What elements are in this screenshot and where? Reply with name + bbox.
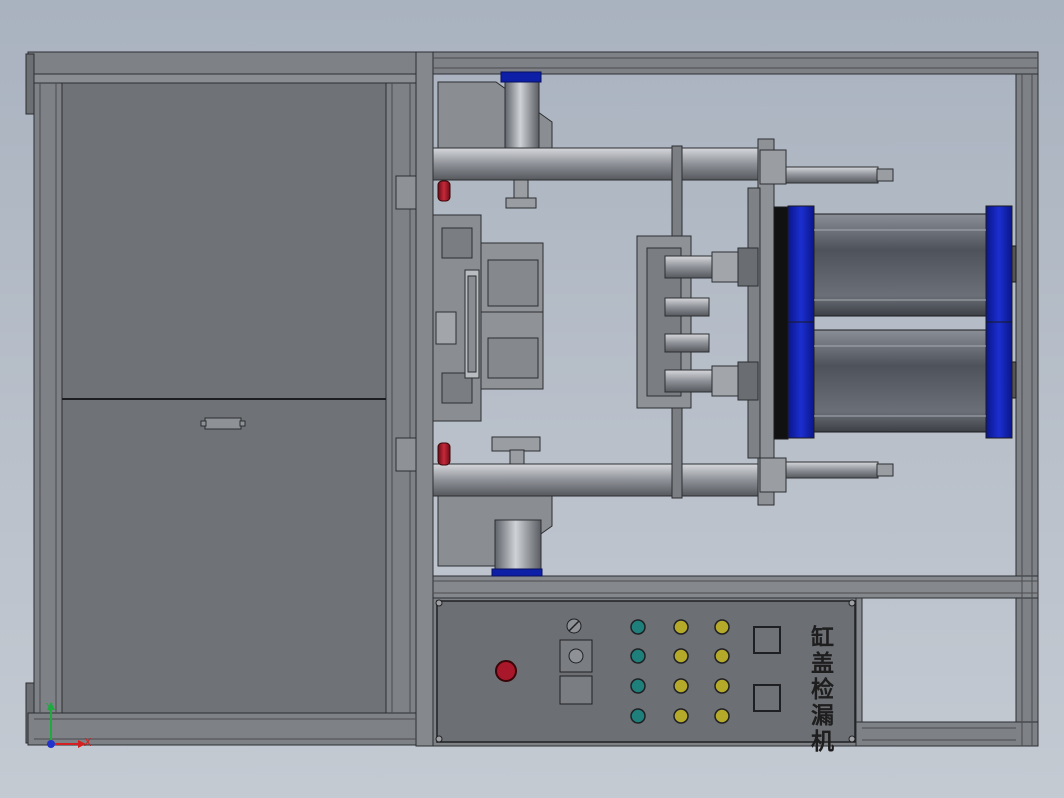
indicator-lamp-yellow-1	[673, 648, 689, 664]
indicator-lamp-yellow-2	[714, 708, 730, 724]
indicator-lamp-teal	[630, 619, 646, 635]
bottom-bracket	[437, 495, 553, 577]
cabinet-door-upper	[61, 82, 387, 400]
indicator-lamp-teal	[630, 708, 646, 724]
moving-platen	[636, 138, 787, 506]
indicator-lamp-yellow-2	[714, 648, 730, 664]
indicator-lamp-teal	[630, 648, 646, 664]
pneumatic-cylinders	[773, 205, 1017, 440]
top-bracket	[437, 71, 553, 151]
x-axis-label: X	[84, 736, 92, 749]
push-button-upper[interactable]	[753, 626, 781, 654]
indicator-lamp-yellow-1	[673, 619, 689, 635]
display-window	[559, 675, 593, 705]
indicator-lamp-yellow-2	[714, 619, 730, 635]
power-switch[interactable]	[559, 639, 593, 673]
emergency-stop-button[interactable]	[495, 660, 517, 682]
part-fixture	[432, 214, 544, 422]
cabinet-handle	[200, 417, 246, 430]
push-button-lower[interactable]	[753, 684, 781, 712]
indicator-lamp-yellow-2	[714, 678, 730, 694]
selector-switch[interactable]	[566, 618, 582, 634]
machine-name-label: 缸盖检漏机	[807, 624, 835, 755]
cabinet-door-lower	[61, 398, 387, 714]
y-axis-label: Y	[45, 701, 53, 714]
machine-drawing: 缸盖检漏机 Y X	[25, 51, 1039, 755]
indicator-lamp-yellow-1	[673, 708, 689, 724]
indicator-lamp-yellow-1	[673, 678, 689, 694]
indicator-lamp-teal	[630, 678, 646, 694]
